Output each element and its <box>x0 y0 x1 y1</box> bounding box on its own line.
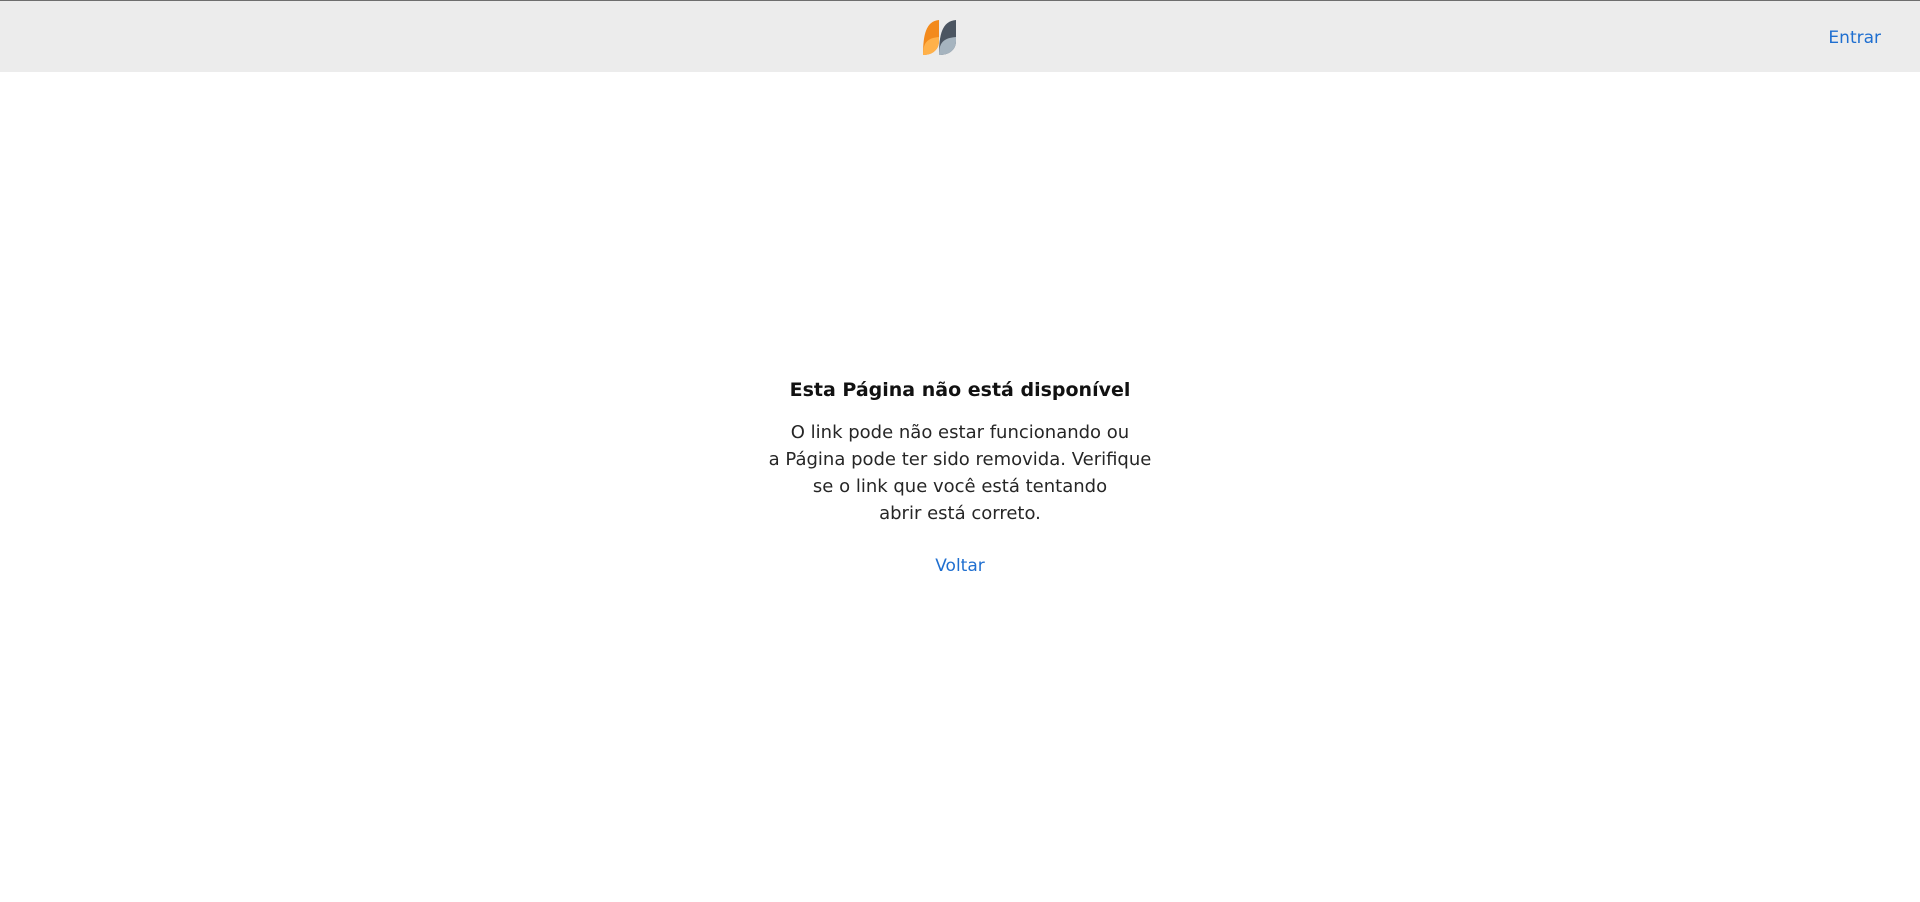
sign-in-link[interactable]: Entrar <box>1828 27 1881 49</box>
message-line: O link pode não estar funcionando ou <box>790 422 1130 443</box>
message-line: se o link que você está tentando <box>812 476 1108 497</box>
page-unavailable-panel: Esta Página não está disponível O link p… <box>660 376 1260 577</box>
message-line: a Página pode ter sido removida. Verifiq… <box>768 449 1152 470</box>
page-unavailable-message: O link pode não estar funcionando ou a P… <box>765 419 1155 527</box>
top-navigation-bar: Entrar <box>0 0 1920 72</box>
page-unavailable-title: Esta Página não está disponível <box>789 379 1131 401</box>
brand-leaf-logo-icon[interactable] <box>921 19 957 56</box>
back-link[interactable]: Voltar <box>935 555 985 577</box>
message-line: abrir está correto. <box>879 503 1041 524</box>
